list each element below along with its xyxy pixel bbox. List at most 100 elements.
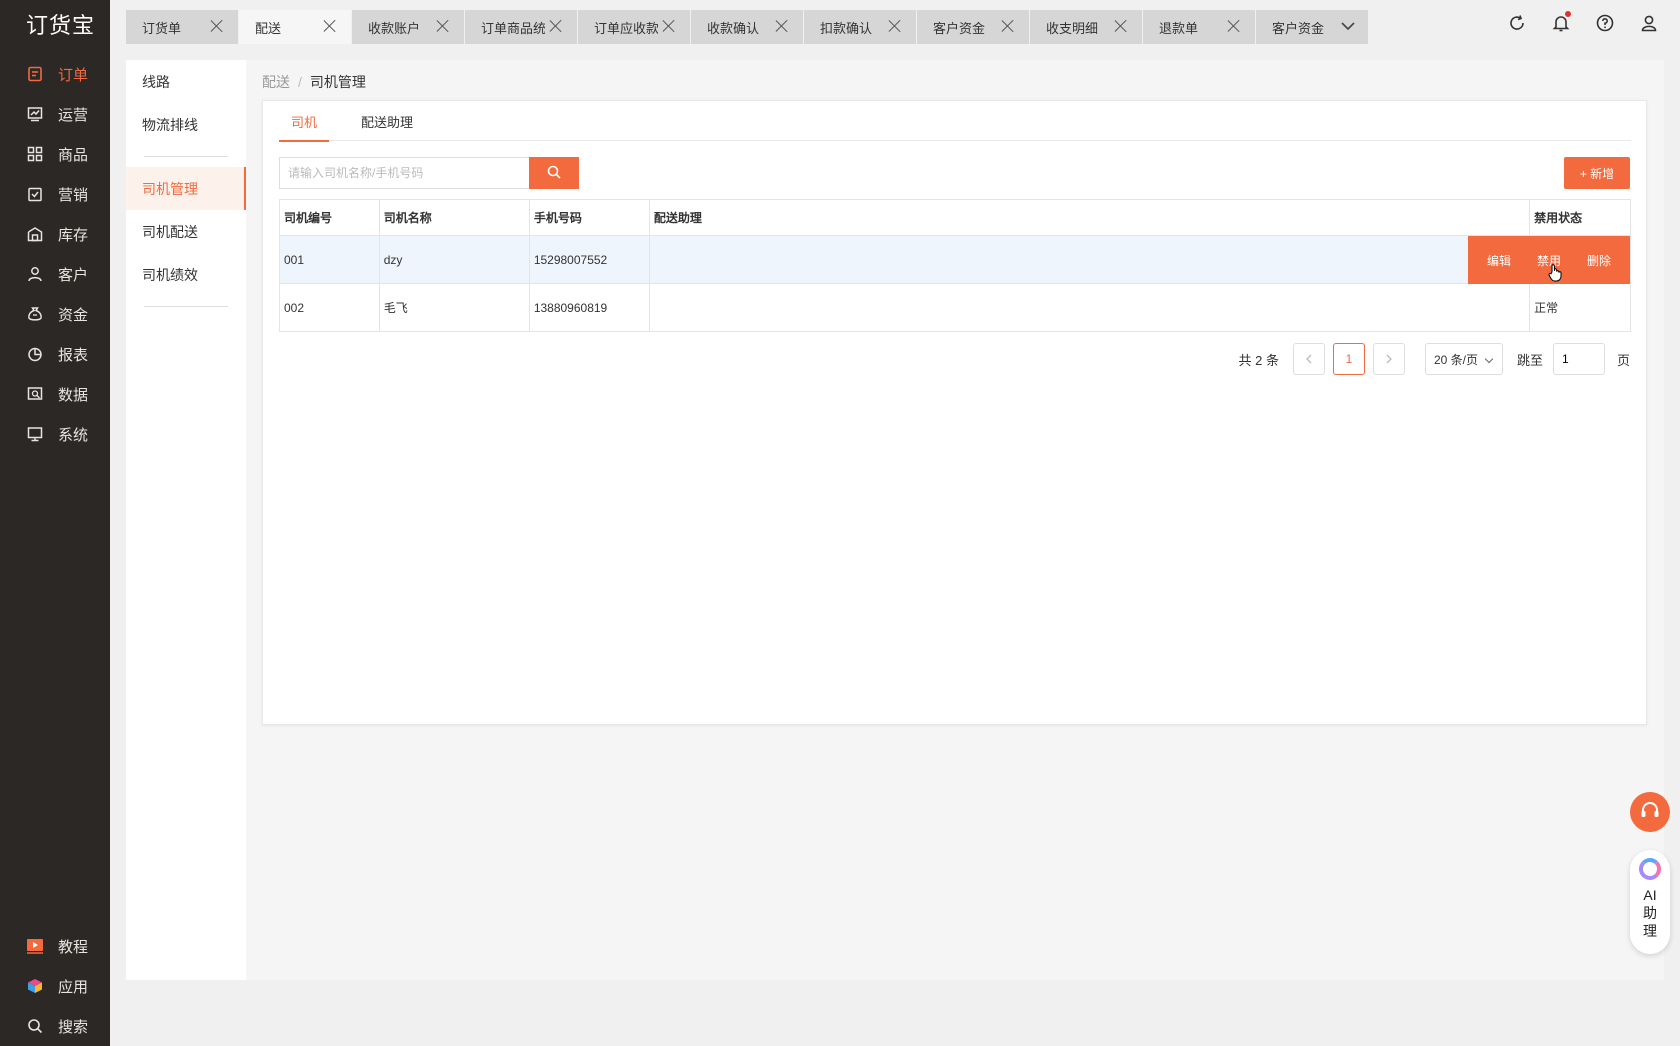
column-header: 禁用状态 xyxy=(1529,199,1631,236)
column-header: 司机名称 xyxy=(378,199,530,236)
bell-icon[interactable] xyxy=(1550,11,1572,34)
help-icon[interactable] xyxy=(1594,12,1616,34)
divider xyxy=(144,306,228,307)
pagination: 共 2 条 1 20 条/页 跳至 页 xyxy=(1238,343,1630,375)
delivery-submenu: 线路 物流排线 司机管理 司机配送 司机绩效 xyxy=(126,60,246,980)
submenu-item-driver-delivery[interactable]: 司机配送 xyxy=(126,210,246,253)
close-icon[interactable] xyxy=(436,19,450,33)
driver-tabs: 司机 配送助理 xyxy=(279,101,1631,142)
nav-item-report[interactable]: 报表 xyxy=(0,334,110,374)
nav-label: 搜索 xyxy=(58,1018,89,1036)
nav-item-goods[interactable]: 商品 xyxy=(0,134,110,174)
next-page-button[interactable] xyxy=(1372,343,1405,375)
tab-order-goods-stats[interactable]: 订单商品统计 xyxy=(465,10,577,44)
app-logo[interactable]: 订货宝 xyxy=(26,8,95,40)
data-icon xyxy=(26,385,44,403)
tab-delivery[interactable]: 配送 xyxy=(239,10,351,44)
nav-item-apps[interactable]: 应用 xyxy=(0,966,110,1006)
breadcrumb: 配送 / 司机管理 xyxy=(262,72,366,92)
search-button[interactable] xyxy=(529,157,579,189)
nav-label: 客户 xyxy=(58,266,89,284)
nav-item-money[interactable]: 资金 xyxy=(0,294,110,334)
jump-page-input[interactable] xyxy=(1552,343,1605,375)
tab-label: 收款确认 xyxy=(707,20,760,36)
table-row[interactable]: 002 毛飞 13880960819 正常 xyxy=(279,283,1631,332)
search-input[interactable] xyxy=(279,157,529,189)
tab-payment-confirm[interactable]: 收款确认 xyxy=(691,10,803,44)
close-icon[interactable] xyxy=(662,19,676,33)
divider xyxy=(144,156,228,157)
table-row[interactable]: 001 dzy 15298007552 编辑 禁用 删除 xyxy=(279,235,1631,284)
tab-refund[interactable]: 退款单 xyxy=(1143,10,1255,44)
submenu-item-logistics-scheduling[interactable]: 物流排线 xyxy=(126,103,246,146)
close-icon[interactable] xyxy=(1227,19,1241,33)
close-icon[interactable] xyxy=(549,19,563,33)
nav-item-marketing[interactable]: 营销 xyxy=(0,174,110,214)
order-icon xyxy=(26,65,44,83)
nav-label: 报表 xyxy=(58,346,89,364)
close-icon[interactable] xyxy=(323,19,337,33)
tab-order-list[interactable]: 订货单 xyxy=(126,10,238,44)
page-unit-label: 页 xyxy=(1616,352,1630,368)
tab-label: 配送 xyxy=(255,20,282,36)
ai-assistant-button[interactable]: AI助理 xyxy=(1630,850,1670,954)
nav-item-system[interactable]: 系统 xyxy=(0,414,110,454)
prev-page-button[interactable] xyxy=(1292,343,1325,375)
tab-deduction-confirm[interactable]: 扣款确认 xyxy=(804,10,916,44)
cell-phone: 13880960819 xyxy=(528,283,650,332)
tab-income-expense[interactable]: 收支明细 xyxy=(1030,10,1142,44)
nav-label: 营销 xyxy=(58,186,89,204)
edit-button[interactable]: 编辑 xyxy=(1487,252,1511,269)
close-icon[interactable] xyxy=(210,19,224,33)
tab-order-receivable[interactable]: 订单应收款 xyxy=(578,10,690,44)
column-header: 司机编号 xyxy=(279,199,380,236)
operation-icon xyxy=(26,105,44,123)
nav-item-search[interactable]: 搜索 xyxy=(0,1006,110,1046)
add-driver-button[interactable]: + 新增 xyxy=(1564,157,1630,189)
nav-label: 数据 xyxy=(58,386,89,404)
headset-icon xyxy=(1639,800,1661,825)
customer-support-button[interactable] xyxy=(1630,792,1670,832)
user-icon[interactable] xyxy=(1638,12,1660,34)
close-icon[interactable] xyxy=(1114,19,1128,33)
cell-status: 正常 xyxy=(1529,283,1631,332)
nav-label: 应用 xyxy=(58,978,89,996)
notification-dot xyxy=(1565,11,1571,17)
jump-label: 跳至 xyxy=(1516,352,1543,368)
close-icon[interactable] xyxy=(1001,19,1015,33)
refresh-icon[interactable] xyxy=(1506,12,1528,34)
nav-item-customer[interactable]: 客户 xyxy=(0,254,110,294)
nav-item-warehouse[interactable]: 库存 xyxy=(0,214,110,254)
main-sidebar: 订货宝 订单 运营 商品 营销 库存 客户 资金 报表 数据 系统 教程 应用 … xyxy=(0,0,110,1046)
page-size-select[interactable]: 20 条/页 xyxy=(1424,343,1503,375)
page-wrap: 配送/司机管理 司机 配送助理 + 新增 司机编号 司机名称 手机号码 配 xyxy=(246,60,1664,980)
submenu-item-driver-performance[interactable]: 司机绩效 xyxy=(126,253,246,296)
cell-driver-name: dzy xyxy=(378,235,530,284)
cell-assistant xyxy=(648,235,1531,284)
column-header: 手机号码 xyxy=(528,199,650,236)
tab-label: 退款单 xyxy=(1159,20,1199,36)
nav-label: 订单 xyxy=(58,66,89,84)
tab-delivery-assistant[interactable]: 配送助理 xyxy=(349,101,425,141)
cell-status: 编辑 禁用 删除 xyxy=(1468,235,1631,284)
nav-item-tutorial[interactable]: 教程 xyxy=(0,926,110,966)
chevron-down-icon[interactable] xyxy=(1340,20,1356,32)
tab-customer-funds[interactable]: 客户资金 xyxy=(917,10,1029,44)
close-icon[interactable] xyxy=(775,19,789,33)
top-toolbar xyxy=(1484,11,1660,34)
tab-driver[interactable]: 司机 xyxy=(279,101,330,142)
nav-item-operation[interactable]: 运营 xyxy=(0,94,110,134)
tab-customer-funds-2[interactable]: 客户资金 xyxy=(1256,10,1368,44)
warehouse-icon xyxy=(26,225,44,243)
submenu-item-driver-management[interactable]: 司机管理 xyxy=(126,167,246,210)
nav-item-data[interactable]: 数据 xyxy=(0,374,110,414)
page-button-current[interactable]: 1 xyxy=(1332,343,1365,375)
tab-payment-account[interactable]: 收款账户 xyxy=(352,10,464,44)
tab-label: 收支明细 xyxy=(1046,20,1099,36)
nav-item-order[interactable]: 订单 xyxy=(0,54,110,94)
submenu-item-route[interactable]: 线路 xyxy=(126,60,246,103)
total-count: 共 2 条 xyxy=(1238,352,1279,368)
close-icon[interactable] xyxy=(888,19,902,33)
delete-button[interactable]: 删除 xyxy=(1587,252,1611,269)
breadcrumb-parent[interactable]: 配送 xyxy=(262,74,290,90)
